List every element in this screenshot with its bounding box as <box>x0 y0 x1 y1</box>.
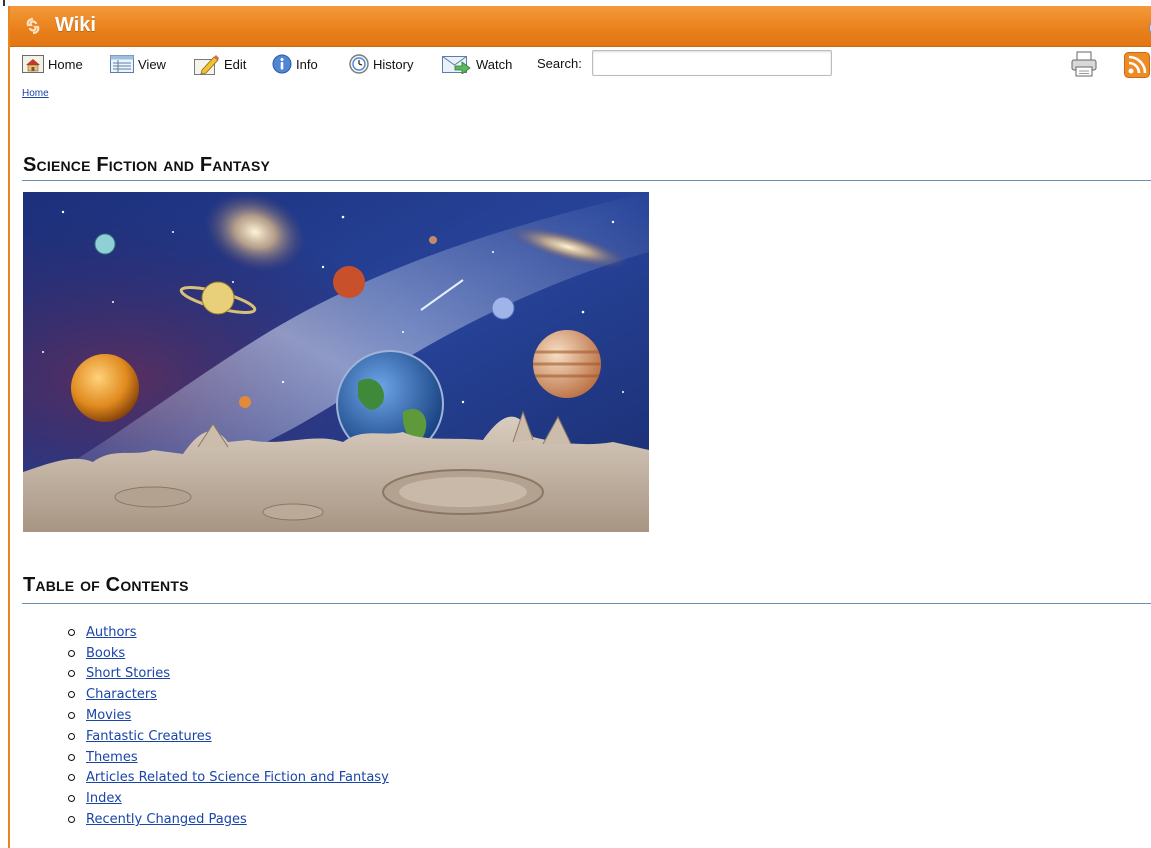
search-label: Search: <box>537 56 582 71</box>
list-item: Movies <box>68 705 389 726</box>
app-title: Wiki <box>55 14 96 36</box>
watch-label: Watch <box>476 56 513 72</box>
toc-link-themes[interactable]: Themes <box>86 750 138 765</box>
breadcrumb-home[interactable]: Home <box>22 88 49 99</box>
view-label: View <box>138 56 166 72</box>
toc-link-short-stories[interactable]: Short Stories <box>86 666 170 681</box>
view-icon <box>110 55 134 73</box>
bullet-icon <box>68 670 75 678</box>
view-button[interactable]: View <box>110 50 166 78</box>
toc-heading: Table of Contents <box>23 574 189 596</box>
wiki-logo-icon <box>26 17 40 35</box>
rss-icon <box>1124 52 1150 78</box>
edit-icon <box>194 55 219 75</box>
toc-link-movies[interactable]: Movies <box>86 708 131 723</box>
list-item: Books <box>68 643 389 664</box>
edit-button[interactable]: Edit <box>194 50 246 78</box>
watch-button[interactable]: Watch <box>442 50 512 78</box>
window-corner-mark <box>3 0 5 6</box>
title-bar: Wiki <box>10 6 1151 47</box>
list-item: Themes <box>68 747 389 768</box>
info-icon <box>272 54 292 74</box>
toolbar: Home View Edit Info History Watch Search… <box>22 50 1150 78</box>
toc-link-books[interactable]: Books <box>86 646 125 661</box>
bullet-icon <box>68 795 75 803</box>
rss-button[interactable] <box>1124 52 1150 83</box>
page-title: Science Fiction and Fantasy <box>23 154 271 176</box>
toc-divider <box>22 603 1151 604</box>
list-item: Characters <box>68 684 389 705</box>
bullet-icon <box>68 712 75 720</box>
bullet-icon <box>68 649 75 657</box>
bullet-icon <box>68 628 75 636</box>
toc-link-authors[interactable]: Authors <box>86 625 137 640</box>
info-label: Info <box>296 56 318 72</box>
printer-icon <box>1071 51 1097 77</box>
toc-link-recently-changed[interactable]: Recently Changed Pages <box>86 812 247 827</box>
bullet-icon <box>68 732 75 740</box>
home-label: Home <box>48 56 83 72</box>
print-button[interactable] <box>1070 50 1098 83</box>
list-item: Short Stories <box>68 664 389 685</box>
history-button[interactable]: History <box>349 50 413 78</box>
toc-link-index[interactable]: Index <box>86 791 122 806</box>
bullet-icon <box>68 691 75 699</box>
bullet-icon <box>68 774 75 782</box>
toc-link-fantastic-creatures[interactable]: Fantastic Creatures <box>86 729 212 744</box>
home-button[interactable]: Home <box>22 50 83 78</box>
list-item: Recently Changed Pages <box>68 809 389 830</box>
window-left-border <box>8 6 10 848</box>
bullet-icon <box>68 816 75 824</box>
history-label: History <box>373 56 414 72</box>
toc-link-related-articles[interactable]: Articles Related to Science Fiction and … <box>86 770 389 785</box>
list-item: Index <box>68 788 389 809</box>
list-item: Authors <box>68 622 389 643</box>
search-input[interactable] <box>592 50 832 76</box>
watch-icon <box>442 56 471 74</box>
info-button[interactable]: Info <box>272 50 318 78</box>
list-item: Fantastic Creatures <box>68 726 389 747</box>
bullet-icon <box>68 753 75 761</box>
space-scene-image <box>23 192 649 532</box>
toc-link-characters[interactable]: Characters <box>86 687 157 702</box>
history-icon <box>349 54 369 74</box>
edit-label: Edit <box>224 56 247 72</box>
list-item: Articles Related to Science Fiction and … <box>68 768 389 789</box>
table-of-contents: Authors Books Short Stories Characters M… <box>68 622 389 830</box>
title-divider <box>22 180 1151 181</box>
home-icon <box>22 55 44 73</box>
